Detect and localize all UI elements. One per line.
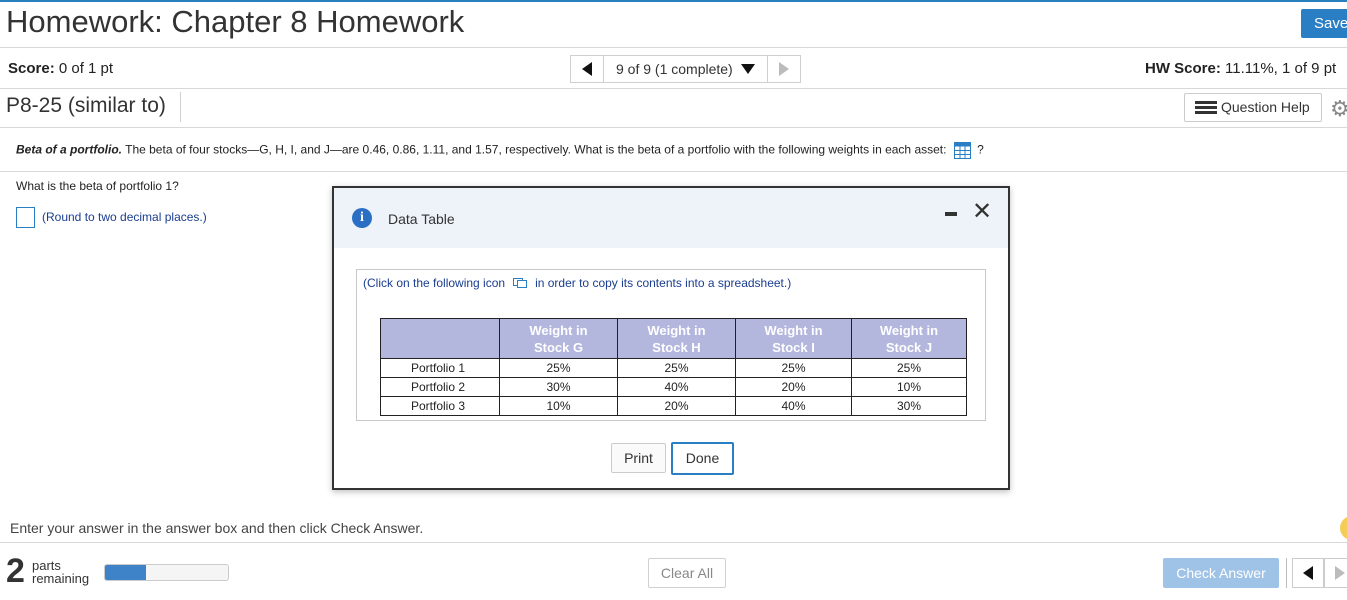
data-table-panel: (Click on the following icon in order to… (356, 269, 986, 421)
data-table-dialog: i Data Table ✕ (Click on the following i… (332, 186, 1010, 490)
remaining-word: remaining (32, 571, 90, 586)
divider (180, 92, 181, 122)
question-selector[interactable]: 9 of 9 (1 complete) (604, 55, 767, 83)
parts-remaining-label: parts remaining (32, 559, 89, 585)
question-body: The beta of four stocks—G, H, I, and J—a… (125, 142, 947, 157)
parts-remaining-count: 2 (6, 552, 25, 590)
previous-question-button[interactable] (570, 55, 604, 83)
hw-score: HW Score: 11.11%, 1 of 9 pt (1145, 60, 1336, 77)
question-prompt: What is the beta of portfolio 1? (16, 179, 179, 193)
question-title: Beta of a portfolio. (16, 142, 122, 157)
caret-right-icon (1335, 566, 1345, 580)
table-cell: 25% (851, 358, 967, 378)
divider (0, 542, 1347, 543)
parts-progress-bar (104, 564, 229, 581)
table-header-row: Weight in Stock G Weight in Stock H Weight… (380, 318, 967, 359)
question-id: P8-25 (similar to) (6, 94, 166, 117)
table-cell: 10% (499, 396, 618, 416)
table-header-cell: Weight in Stock I (735, 318, 852, 359)
copy-icon[interactable] (513, 278, 528, 288)
save-button[interactable]: Save (1301, 9, 1347, 38)
question-navigator: 9 of 9 (1 complete) (570, 55, 801, 83)
question-help-label: Question Help (1221, 99, 1310, 115)
question-text: Beta of a portfolio. The beta of four st… (16, 142, 984, 159)
table-cell: 25% (617, 358, 736, 378)
score: Score: 0 of 1 pt (8, 60, 113, 77)
divider (0, 47, 1347, 48)
table-cell: Portfolio 3 (380, 396, 500, 416)
table-header-cell: Weight in Stock J (851, 318, 967, 359)
question-help-button[interactable]: Question Help (1184, 93, 1322, 122)
dialog-title: Data Table (388, 211, 455, 227)
hw-score-value: 11.11%, 1 of 9 pt (1225, 60, 1337, 77)
copy-note-after: in order to copy its contents into a spr… (535, 276, 792, 290)
gear-icon[interactable]: ⚙ (1330, 96, 1347, 122)
table-cell: 25% (499, 358, 618, 378)
done-button[interactable]: Done (671, 442, 734, 475)
page-title: Homework: Chapter 8 Homework (6, 4, 465, 39)
caret-left-icon (582, 62, 592, 76)
caret-down-icon (740, 64, 755, 74)
question-selector-text: 9 of 9 (1 complete) (616, 61, 733, 77)
table-cell: 20% (617, 396, 736, 416)
copy-note-before: (Click on the following icon (363, 276, 506, 290)
caret-left-icon (1303, 566, 1313, 580)
hw-score-label: HW Score: (1145, 60, 1221, 77)
clear-all-button[interactable]: Clear All (648, 558, 726, 588)
table-cell: 30% (851, 396, 967, 416)
info-icon: i (352, 208, 372, 228)
top-accent-line (0, 0, 1347, 2)
copy-note: (Click on the following icon in order to… (363, 276, 791, 290)
table-header-cell: Weight in Stock H (617, 318, 736, 359)
table-cell: 25% (735, 358, 852, 378)
table-cell: Portfolio 1 (380, 358, 500, 378)
next-part-button[interactable] (1324, 558, 1347, 588)
score-label: Score: (8, 60, 55, 77)
table-cell: 40% (617, 377, 736, 397)
answer-input[interactable] (16, 207, 35, 228)
divider (0, 127, 1347, 128)
previous-part-button[interactable] (1292, 558, 1324, 588)
print-button[interactable]: Print (611, 443, 666, 473)
table-header-cell (380, 318, 500, 359)
minimize-icon[interactable] (945, 212, 957, 216)
caret-right-icon (778, 62, 789, 76)
table-header-cell: Weight in Stock G (499, 318, 618, 359)
round-note: (Round to two decimal places.) (42, 210, 207, 224)
divider (0, 171, 1347, 172)
divider (1286, 558, 1287, 588)
table-cell: 20% (735, 377, 852, 397)
question-suffix: ? (977, 142, 984, 157)
progress-fill (105, 565, 146, 580)
assistant-icon[interactable] (1340, 516, 1347, 540)
data-table: Weight in Stock G Weight in Stock H Weight… (380, 318, 967, 416)
divider (0, 88, 1347, 89)
score-value: 0 of 1 pt (58, 60, 114, 77)
table-cell: Portfolio 2 (380, 377, 500, 397)
table-row: Portfolio 3 10% 20% 40% 30% (380, 396, 967, 416)
list-icon (1195, 100, 1217, 115)
table-cell: 30% (499, 377, 618, 397)
dialog-header: i Data Table ✕ (334, 188, 1008, 248)
table-cell: 10% (851, 377, 967, 397)
grid-icon[interactable] (953, 142, 971, 159)
table-row: Portfolio 1 25% 25% 25% 25% (380, 358, 967, 378)
table-row: Portfolio 2 30% 40% 20% 10% (380, 377, 967, 397)
table-cell: 40% (735, 396, 852, 416)
next-question-button[interactable] (766, 55, 801, 83)
close-icon[interactable]: ✕ (972, 197, 992, 226)
check-answer-button[interactable]: Check Answer (1163, 558, 1279, 588)
answer-instruction: Enter your answer in the answer box and … (10, 520, 424, 536)
